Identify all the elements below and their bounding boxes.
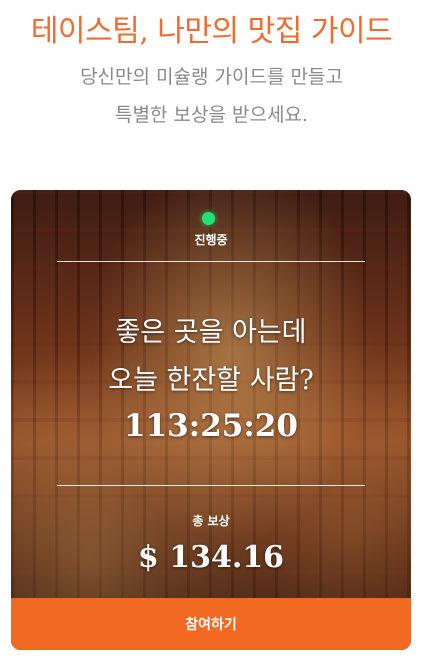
page-subheadline-line-1: 당신만의 미슐랭 가이드를 만들고 — [80, 66, 343, 88]
divider — [57, 485, 365, 486]
page-headline: 테이스팀, 나만의 맛집 가이드 — [30, 14, 393, 49]
status-label: 진행중 — [194, 233, 228, 247]
page: 테이스팀, 나만의 맛집 가이드 당신만의 미슐랭 가이드를 만들고 특별한 보… — [0, 0, 423, 660]
total-reward-label: 총 보상 — [192, 514, 230, 528]
card-title-line-1: 좋은 곳을 아는데 — [115, 317, 307, 348]
total-reward-amount: $ 134.16 — [137, 540, 285, 575]
card-title-line-2: 오늘 한잔할 사람? — [108, 365, 314, 396]
page-subheadline-line-2: 특별한 보상을 받으세요. — [115, 104, 308, 126]
divider — [57, 261, 365, 262]
countdown-timer: 113:25:20 — [124, 408, 298, 444]
status-indicator-icon — [202, 212, 215, 225]
join-button[interactable]: 참여하기 — [11, 598, 411, 650]
challenge-card[interactable]: 진행중 좋은 곳을 아는데 오늘 한잔할 사람? 113:25:20 총 보상 … — [11, 190, 411, 650]
